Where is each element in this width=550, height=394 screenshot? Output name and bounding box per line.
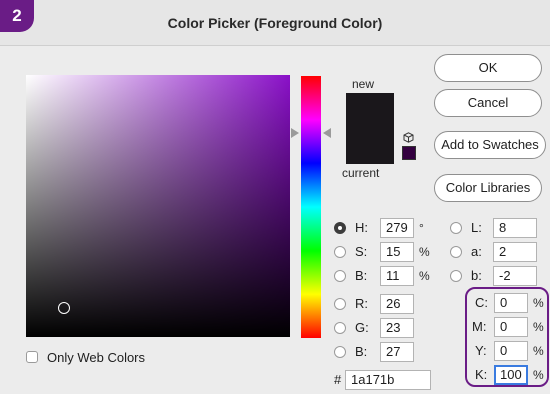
b-radio[interactable] xyxy=(334,270,346,282)
color-libraries-button[interactable]: Color Libraries xyxy=(434,174,542,202)
color-field[interactable] xyxy=(26,75,290,337)
s-input[interactable]: 15 xyxy=(380,242,414,262)
new-label: new xyxy=(352,77,375,91)
c-unit: % xyxy=(533,296,544,310)
y-label: Y: xyxy=(475,343,487,358)
l-radio[interactable] xyxy=(450,222,462,234)
s-label: S: xyxy=(355,244,368,259)
h-unit: ° xyxy=(419,221,424,235)
color-field-cursor[interactable] xyxy=(58,302,70,314)
step-badge: 2 xyxy=(0,0,34,32)
ok-button[interactable]: OK xyxy=(434,54,542,82)
add-to-swatches-button[interactable]: Add to Swatches xyxy=(434,131,546,159)
m-input[interactable]: 0 xyxy=(494,317,528,337)
color-picker-dialog: Color Picker (Foreground Color) 2 new cu… xyxy=(0,0,550,394)
current-label: current xyxy=(342,166,380,180)
k-input[interactable]: 100 xyxy=(494,365,528,385)
m-unit: % xyxy=(533,320,544,334)
y-unit: % xyxy=(533,344,544,358)
g-radio[interactable] xyxy=(334,322,346,334)
a-input[interactable]: 2 xyxy=(493,242,537,262)
b-input[interactable]: 11 xyxy=(380,266,414,286)
rgb-b-label: B: xyxy=(355,344,368,359)
r-label: R: xyxy=(355,296,368,311)
hex-input[interactable]: 1a171b xyxy=(345,370,431,390)
k-unit: % xyxy=(533,368,544,382)
g-label: G: xyxy=(355,320,369,335)
y-input[interactable]: 0 xyxy=(494,341,528,361)
k-label: K: xyxy=(475,367,488,382)
title-bar: Color Picker (Foreground Color) xyxy=(0,0,550,46)
h-input[interactable]: 279 xyxy=(380,218,414,238)
g-input[interactable]: 23 xyxy=(380,318,414,338)
rgb-b-radio[interactable] xyxy=(334,346,346,358)
lab-b-input[interactable]: -2 xyxy=(493,266,537,286)
r-radio[interactable] xyxy=(334,298,346,310)
web-safe-cube-icon[interactable] xyxy=(403,132,414,143)
lab-b-radio[interactable] xyxy=(450,270,462,282)
c-input[interactable]: 0 xyxy=(494,293,528,313)
l-input[interactable]: 8 xyxy=(493,218,537,238)
hue-slider[interactable] xyxy=(301,76,321,338)
m-label: M: xyxy=(472,319,487,334)
only-web-colors-checkbox[interactable] xyxy=(26,351,38,363)
rgb-b-input[interactable]: 27 xyxy=(380,342,414,362)
l-label: L: xyxy=(471,220,482,235)
a-label: a: xyxy=(471,244,482,259)
r-input[interactable]: 26 xyxy=(380,294,414,314)
new-color-swatch xyxy=(346,93,394,128)
only-web-colors-label[interactable]: Only Web Colors xyxy=(47,349,145,367)
web-safe-color-swatch[interactable] xyxy=(402,146,416,160)
hex-label: # xyxy=(334,372,342,387)
c-label: C: xyxy=(475,295,488,310)
dialog-title: Color Picker (Foreground Color) xyxy=(167,15,383,31)
cancel-button[interactable]: Cancel xyxy=(434,89,542,117)
h-radio[interactable] xyxy=(334,222,346,234)
hue-slider-left-arrow-icon[interactable] xyxy=(291,128,299,138)
s-radio[interactable] xyxy=(334,246,346,258)
lab-b-label: b: xyxy=(471,268,482,283)
b-label: B: xyxy=(355,268,368,283)
hue-slider-right-arrow-icon[interactable] xyxy=(323,128,331,138)
h-label: H: xyxy=(355,220,368,235)
current-color-swatch[interactable] xyxy=(346,128,394,164)
a-radio[interactable] xyxy=(450,246,462,258)
b-unit: % xyxy=(419,269,430,283)
s-unit: % xyxy=(419,245,430,259)
